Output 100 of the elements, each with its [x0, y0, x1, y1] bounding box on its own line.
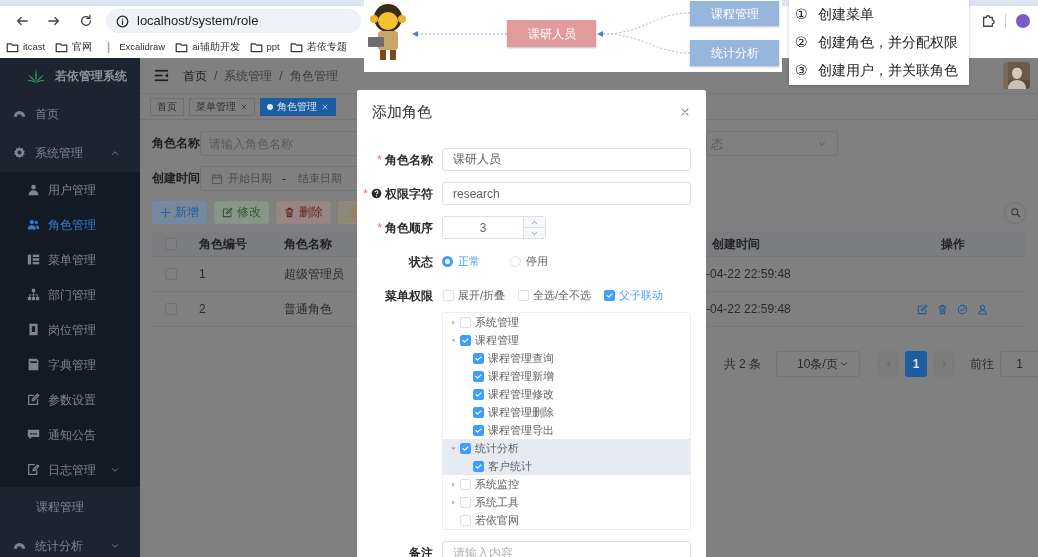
checkmark-icon	[605, 291, 615, 300]
radio-option[interactable]: 正常	[442, 253, 480, 270]
tree-node-label[interactable]: 课程管理新增	[488, 367, 554, 385]
edit-icon	[27, 393, 40, 406]
field-label: 菜单权限	[385, 287, 433, 305]
tree-node-label[interactable]: 课程管理删除	[488, 403, 554, 421]
address-bar[interactable]: localhost/system/role	[106, 9, 361, 33]
menu-item[interactable]: 统计分析	[0, 526, 140, 557]
menu-item[interactable]: 首页	[0, 94, 140, 133]
tree-node-label[interactable]: 系统监控	[475, 475, 519, 493]
checkbox-option[interactable]: 展开/折叠	[443, 287, 506, 304]
edit-icon[interactable]	[917, 303, 928, 315]
list-icon	[27, 253, 40, 266]
breadcrumb-separator: /	[279, 67, 283, 85]
delete-icon[interactable]	[937, 303, 948, 315]
breadcrumb-link[interactable]: 系统管理	[224, 66, 273, 85]
text-input[interactable]: research	[442, 182, 691, 205]
folder-icon	[249, 40, 263, 54]
number-input[interactable]: 3	[442, 216, 546, 239]
checkbox-option[interactable]: 全选/全不选	[518, 287, 592, 304]
decrement-button[interactable]	[524, 227, 545, 238]
back-icon[interactable]	[15, 14, 29, 28]
extensions-icon[interactable]	[981, 14, 995, 28]
field-label: 角色名称	[385, 151, 433, 169]
tree-node-label[interactable]: 课程管理查询	[488, 349, 554, 367]
menu-item[interactable]: 课程管理	[0, 487, 140, 526]
menu-item[interactable]: 用户管理	[0, 172, 140, 207]
increment-button[interactable]	[524, 217, 545, 227]
dialog-title: 添加角色	[372, 101, 432, 122]
text-input[interactable]: 课研人员	[442, 148, 691, 171]
forward-icon[interactable]	[47, 14, 61, 28]
range-separator: -	[282, 170, 286, 188]
required-mark: *	[377, 219, 382, 237]
step-number: ①	[795, 4, 808, 24]
check-circle-icon[interactable]	[957, 303, 968, 315]
page-tab[interactable]: 菜单管理	[189, 97, 255, 116]
goto-label: 前往	[970, 356, 994, 373]
checkbox-option[interactable]: 父子联动	[604, 287, 664, 304]
close-icon[interactable]	[321, 102, 329, 111]
tree-node-label[interactable]: 系统管理	[475, 313, 519, 331]
page-tab[interactable]: 首页	[150, 97, 184, 116]
page-tab[interactable]: 角色管理	[260, 97, 336, 116]
download-icon	[347, 207, 359, 218]
tree-node-label[interactable]: 统计分析	[475, 439, 519, 457]
goto-page-input[interactable]: 1	[1000, 351, 1038, 377]
tree-checkbox[interactable]	[473, 460, 484, 472]
menu-item[interactable]: 系统管理	[0, 133, 140, 172]
tree-checkbox[interactable]	[460, 334, 471, 346]
tree-checkbox[interactable]	[473, 424, 484, 436]
field-label: 创建时间	[152, 170, 200, 186]
table-cell-text: 超级管理员	[283, 266, 344, 283]
bookmark[interactable]: 若依专题	[289, 39, 347, 55]
breadcrumb-link[interactable]: 首页	[183, 66, 207, 85]
step-text: 创建角色，并分配权限	[817, 33, 958, 52]
menu-item[interactable]: 角色管理	[0, 207, 140, 242]
site-info-icon[interactable]	[116, 14, 129, 28]
close-icon[interactable]	[240, 102, 248, 111]
tree-checkbox[interactable]	[460, 442, 471, 454]
menu-icon[interactable]	[154, 68, 169, 83]
bookmark[interactable]: ai辅助开发	[175, 39, 240, 55]
tree-checkbox[interactable]	[473, 388, 484, 400]
column-header: 创建时间	[711, 236, 760, 253]
tree-node-label[interactable]: 课程管理导出	[488, 421, 554, 439]
menu-item[interactable]: 岗位管理	[0, 312, 140, 347]
bookmark[interactable]: Excalidraw	[102, 39, 166, 55]
menu-item[interactable]: 通知公告	[0, 417, 140, 452]
bookmark[interactable]: 官网	[55, 39, 93, 55]
tree-node-label[interactable]: 若依官网	[475, 511, 519, 529]
menu-item[interactable]: 字典管理	[0, 347, 140, 382]
bookmark[interactable]: ppt	[249, 39, 280, 55]
menu-item[interactable]: 菜单管理	[0, 242, 140, 277]
tree-node-label[interactable]: 系统工具	[475, 493, 519, 511]
user-icon[interactable]	[977, 303, 988, 315]
tree-node-label[interactable]: 课程管理修改	[488, 385, 554, 403]
tree-checkbox[interactable]	[473, 370, 484, 382]
page-size-select[interactable]: 10条/页	[776, 351, 860, 377]
profile-avatar-icon[interactable]	[1016, 14, 1030, 28]
breadcrumb-link[interactable]: 角色管理	[289, 66, 338, 85]
total-count: 共 2 条	[723, 356, 761, 373]
diagram-node: 课程管理	[690, 1, 779, 26]
page-button[interactable]: 1	[905, 351, 927, 377]
help-icon[interactable]	[371, 188, 382, 199]
tree-node-label[interactable]: 课程管理	[475, 331, 519, 349]
menu-item[interactable]: 部门管理	[0, 277, 140, 312]
column-header: 操作	[940, 236, 965, 253]
radio-option[interactable]: 停用	[510, 253, 548, 270]
table-cell-text: 2	[198, 301, 206, 318]
diagram-node: 课研人员	[507, 20, 596, 47]
tree-node-label[interactable]: 客户统计	[488, 457, 532, 475]
table-cell-text: 1	[198, 266, 206, 283]
figure-drawing	[368, 4, 406, 60]
users-icon	[27, 218, 40, 231]
menu-item[interactable]: 参数设置	[0, 382, 140, 417]
tree-checkbox[interactable]	[473, 406, 484, 418]
reload-icon[interactable]	[79, 14, 93, 28]
close-icon[interactable]	[679, 106, 691, 118]
step-text: 创建菜单	[817, 4, 874, 24]
tree-checkbox[interactable]	[473, 352, 484, 364]
menu-item[interactable]: 日志管理	[0, 452, 140, 487]
bookmark[interactable]: itcast	[6, 39, 46, 55]
